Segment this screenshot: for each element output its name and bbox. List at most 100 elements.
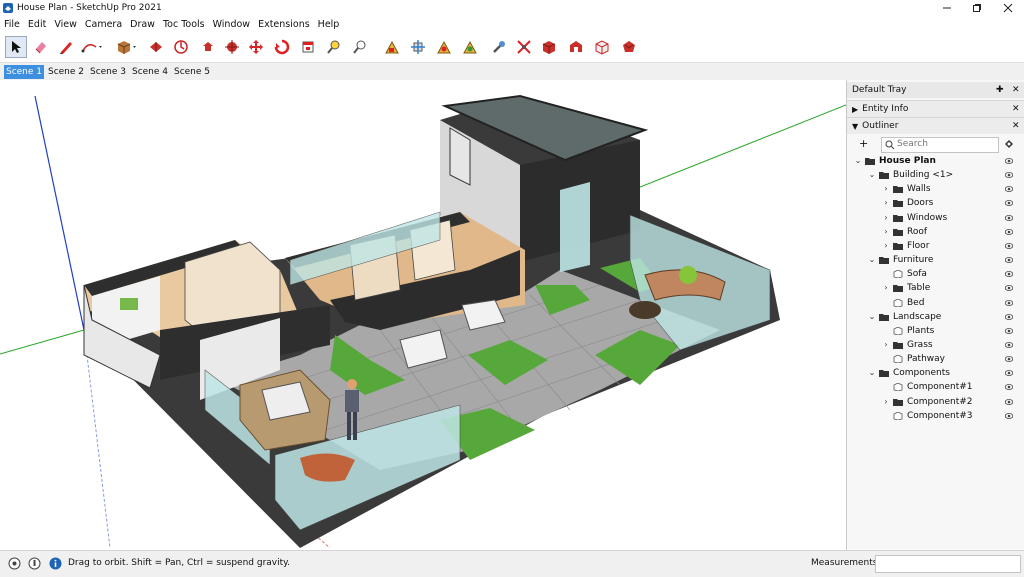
entity-info-panel[interactable]: ▶ Entity Info ✕ bbox=[847, 100, 1024, 117]
collapse-arrow-icon[interactable]: › bbox=[881, 182, 891, 196]
tab-scene-1[interactable]: Scene 1 bbox=[4, 65, 44, 79]
credits-icon[interactable] bbox=[28, 557, 41, 570]
search-input[interactable] bbox=[897, 138, 995, 150]
tool-scale[interactable] bbox=[221, 36, 243, 58]
collapse-arrow-icon[interactable]: › bbox=[881, 196, 891, 210]
tool-move[interactable] bbox=[170, 36, 192, 58]
restore-button[interactable] bbox=[962, 0, 992, 16]
visibility-eye-icon[interactable] bbox=[1005, 313, 1013, 320]
menu-camera[interactable]: Camera bbox=[81, 19, 126, 30]
tool-orbit[interactable] bbox=[349, 36, 371, 58]
menu-tools[interactable]: Toc Tools bbox=[159, 19, 209, 30]
model-viewport[interactable] bbox=[0, 80, 846, 550]
outliner-item[interactable]: Sofa bbox=[847, 267, 1024, 281]
collapse-arrow-icon[interactable]: › bbox=[881, 211, 891, 225]
outliner-item[interactable]: › Grass bbox=[847, 338, 1024, 352]
tool-extension[interactable] bbox=[591, 36, 613, 58]
outliner-item[interactable]: › Floor bbox=[847, 239, 1024, 253]
menu-draw[interactable]: Draw bbox=[126, 19, 159, 30]
visibility-eye-icon[interactable] bbox=[1005, 257, 1013, 264]
outliner-item[interactable]: › Component#2 bbox=[847, 395, 1024, 409]
visibility-eye-icon[interactable] bbox=[1005, 200, 1013, 207]
visibility-eye-icon[interactable] bbox=[1005, 242, 1013, 249]
outliner-item[interactable]: ⌄ Building <1> bbox=[847, 168, 1024, 182]
tool-walk[interactable] bbox=[459, 36, 481, 58]
outliner-item[interactable]: ⌄ Landscape bbox=[847, 310, 1024, 324]
outliner-item[interactable]: ⌄ Furniture bbox=[847, 253, 1024, 267]
tray-close-icon[interactable]: ✕ bbox=[1012, 85, 1020, 95]
tool-tape-measure[interactable] bbox=[297, 36, 319, 58]
outliner-item[interactable]: ⌄ House Plan bbox=[847, 154, 1024, 168]
visibility-eye-icon[interactable] bbox=[1005, 158, 1013, 164]
collapse-arrow-icon[interactable]: › bbox=[881, 395, 891, 409]
collapse-arrow-icon[interactable]: › bbox=[881, 338, 891, 352]
visibility-eye-icon[interactable] bbox=[1005, 285, 1013, 292]
collapse-arrow-icon[interactable]: › bbox=[881, 281, 891, 295]
tab-scene-3[interactable]: Scene 3 bbox=[88, 65, 128, 79]
tool-arc[interactable] bbox=[80, 36, 102, 58]
outliner-item[interactable]: Plants bbox=[847, 324, 1024, 338]
menu-edit[interactable]: Edit bbox=[24, 19, 50, 30]
outliner-panel[interactable]: ▼ Outliner ✕ bbox=[847, 117, 1024, 134]
tool-zoom-extents[interactable] bbox=[433, 36, 455, 58]
entity-info-close-icon[interactable]: ✕ bbox=[1012, 104, 1020, 114]
pin-icon[interactable]: ✚ bbox=[996, 85, 1004, 95]
visibility-eye-icon[interactable] bbox=[1005, 341, 1013, 348]
visibility-eye-icon[interactable] bbox=[1005, 398, 1013, 405]
visibility-eye-icon[interactable] bbox=[1005, 214, 1013, 221]
expand-arrow-icon[interactable]: ⌄ bbox=[867, 253, 877, 267]
outliner-item[interactable]: › Table bbox=[847, 281, 1024, 295]
outliner-close-icon[interactable]: ✕ bbox=[1012, 121, 1020, 131]
expand-arrow-icon[interactable]: ⌄ bbox=[867, 310, 877, 324]
visibility-eye-icon[interactable] bbox=[1005, 271, 1013, 278]
tab-scene-4[interactable]: Scene 4 bbox=[130, 65, 170, 79]
info-icon[interactable] bbox=[49, 557, 62, 570]
visibility-eye-icon[interactable] bbox=[1005, 228, 1013, 235]
outliner-item[interactable]: › Doors bbox=[847, 196, 1024, 210]
filter-plus-icon[interactable]: + bbox=[859, 137, 868, 150]
collapse-arrow-icon[interactable]: › bbox=[881, 239, 891, 253]
tool-section-plane[interactable] bbox=[513, 36, 535, 58]
tool-eraser[interactable] bbox=[30, 36, 52, 58]
visibility-eye-icon[interactable] bbox=[1005, 384, 1013, 391]
outliner-item[interactable]: Component#3 bbox=[847, 409, 1024, 423]
expand-arrow-icon[interactable]: ⌄ bbox=[867, 366, 877, 380]
outliner-item[interactable]: Pathway bbox=[847, 352, 1024, 366]
measurements-box[interactable] bbox=[875, 555, 1021, 573]
menu-extensions[interactable]: Extensions bbox=[254, 19, 314, 30]
tool-zoom-window[interactable] bbox=[407, 36, 429, 58]
tool-push-pull[interactable] bbox=[115, 36, 137, 58]
tool-ruby[interactable] bbox=[618, 36, 640, 58]
visibility-eye-icon[interactable] bbox=[1005, 370, 1013, 377]
tool-warehouse[interactable] bbox=[565, 36, 587, 58]
outliner-item[interactable]: Component#1 bbox=[847, 380, 1024, 394]
tool-component[interactable] bbox=[538, 36, 560, 58]
tool-rotate[interactable] bbox=[197, 36, 219, 58]
tool-pencil[interactable] bbox=[55, 36, 77, 58]
tool-zoom[interactable] bbox=[323, 36, 345, 58]
outliner-item[interactable]: ⌄ Components bbox=[847, 366, 1024, 380]
geo-location-icon[interactable] bbox=[8, 557, 21, 570]
visibility-eye-icon[interactable] bbox=[1005, 186, 1013, 193]
outliner-item[interactable]: › Walls bbox=[847, 182, 1024, 196]
outliner-item[interactable]: Bed bbox=[847, 296, 1024, 310]
menu-view[interactable]: View bbox=[50, 19, 81, 30]
expand-arrow-icon[interactable]: ⌄ bbox=[867, 168, 877, 182]
close-button[interactable] bbox=[993, 0, 1023, 16]
tab-scene-5[interactable]: Scene 5 bbox=[172, 65, 212, 79]
tool-pan[interactable] bbox=[381, 36, 403, 58]
visibility-eye-icon[interactable] bbox=[1005, 356, 1013, 363]
collapse-arrow-icon[interactable]: › bbox=[881, 225, 891, 239]
tool-position-camera[interactable] bbox=[488, 36, 510, 58]
visibility-eye-icon[interactable] bbox=[1005, 299, 1013, 306]
visibility-eye-icon[interactable] bbox=[1005, 172, 1013, 179]
outliner-item[interactable]: › Roof bbox=[847, 225, 1024, 239]
tab-scene-2[interactable]: Scene 2 bbox=[46, 65, 86, 79]
tool-offset[interactable] bbox=[245, 36, 267, 58]
outliner-item[interactable]: › Windows bbox=[847, 211, 1024, 225]
tool-paint-bucket[interactable] bbox=[271, 36, 293, 58]
tool-follow-me[interactable] bbox=[145, 36, 167, 58]
menu-window[interactable]: Window bbox=[209, 19, 254, 30]
menu-help[interactable]: Help bbox=[314, 19, 344, 30]
expand-arrow-icon[interactable]: ⌄ bbox=[853, 154, 863, 168]
